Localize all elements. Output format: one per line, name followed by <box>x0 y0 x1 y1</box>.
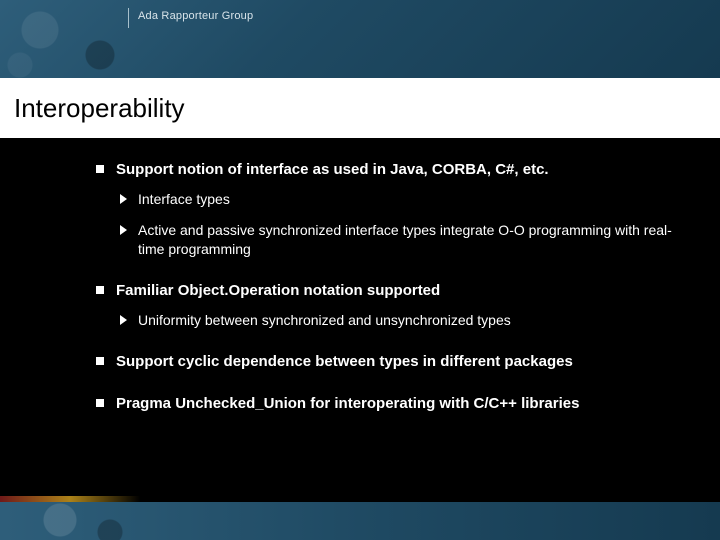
bullet-text: Familiar Object.Operation notation suppo… <box>116 282 440 299</box>
bullet-list: Support notion of interface as used in J… <box>96 160 680 415</box>
title-strip: Interoperability <box>0 78 720 138</box>
sub-bullet-text: Uniformity between synchronized and unsy… <box>138 312 511 328</box>
list-item: Pragma Unchecked_Union for interoperatin… <box>96 394 680 414</box>
list-item: Active and passive synchronized interfac… <box>116 221 680 259</box>
list-item: Support notion of interface as used in J… <box>96 160 680 259</box>
list-item: Familiar Object.Operation notation suppo… <box>96 281 680 330</box>
header-divider <box>128 8 129 28</box>
list-item: Interface types <box>116 190 680 209</box>
slide-title: Interoperability <box>14 93 185 124</box>
sub-bullet-text: Interface types <box>138 191 230 207</box>
sub-bullet-list: Uniformity between synchronized and unsy… <box>116 311 680 330</box>
bullet-text: Support cyclic dependence between types … <box>116 353 573 370</box>
top-banner: Ada Rapporteur Group <box>0 0 720 78</box>
bottom-banner <box>0 502 720 540</box>
list-item: Uniformity between synchronized and unsy… <box>116 311 680 330</box>
bullet-text: Pragma Unchecked_Union for interoperatin… <box>116 395 579 412</box>
list-item: Support cyclic dependence between types … <box>96 352 680 372</box>
sub-bullet-list: Interface types Active and passive synch… <box>116 190 680 259</box>
sub-bullet-text: Active and passive synchronized interfac… <box>138 222 672 257</box>
header-group-label: Ada Rapporteur Group <box>138 10 253 22</box>
slide-content: Support notion of interface as used in J… <box>96 160 680 437</box>
bullet-text: Support notion of interface as used in J… <box>116 161 549 178</box>
